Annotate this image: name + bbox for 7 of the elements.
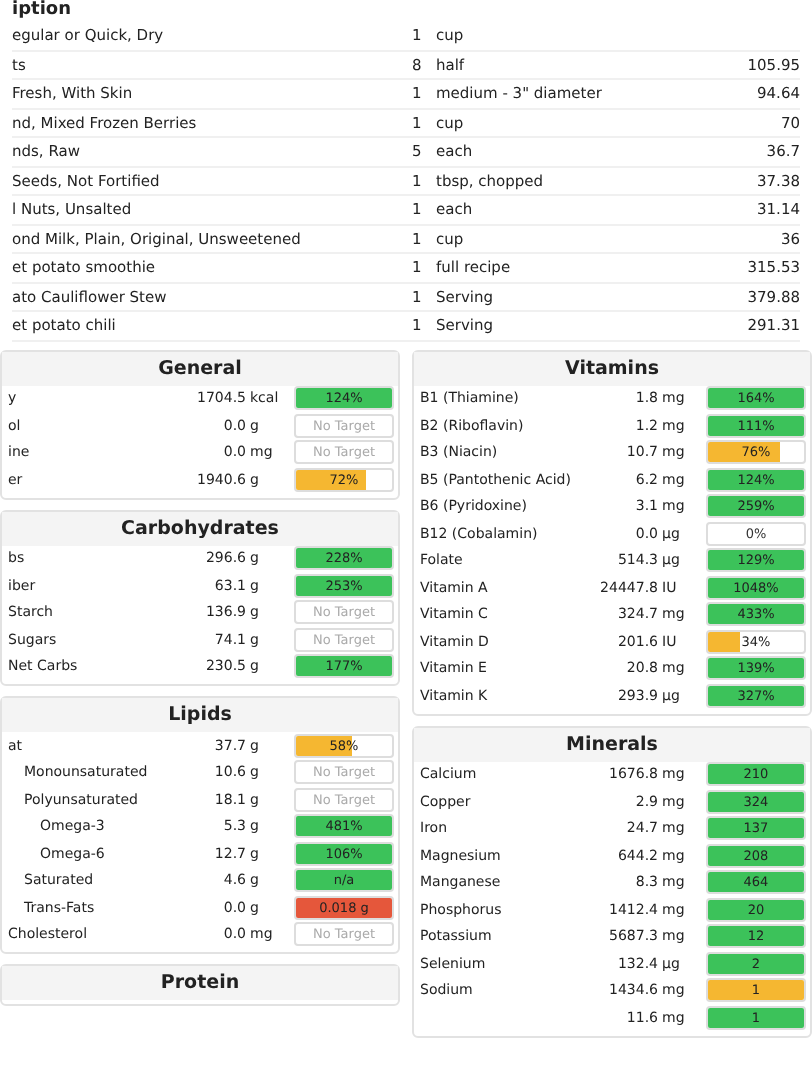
card-title: Carbohydrates	[2, 511, 398, 545]
card-title: Lipids	[2, 698, 398, 732]
card-title: General	[2, 351, 398, 385]
column-header: iption	[12, 0, 74, 22]
card-title: Protein	[2, 966, 398, 1000]
card-title: Vitamins	[414, 351, 810, 385]
card-title: Minerals	[414, 727, 810, 761]
